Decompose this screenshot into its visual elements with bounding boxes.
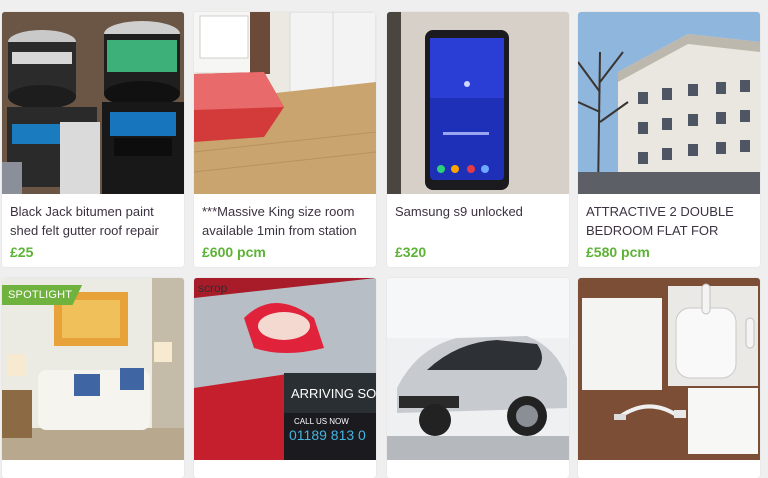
listing-price: £320 — [395, 244, 427, 260]
spotlight-badge: SPOTLIGHT — [2, 285, 83, 305]
listing-price: £25 — [10, 244, 34, 260]
listing-card-bitumen-paint[interactable]: Black Jack bitumen paint shed felt gutte… — [2, 12, 184, 267]
listing-price: £580 pcm — [586, 244, 650, 260]
wireless-earbuds-photo — [578, 278, 760, 460]
listing-card-car-valeting[interactable]: scrop ARRIVING SO CALL US NOW 01189 813 … — [194, 278, 376, 478]
listing-card-wireless-earbuds[interactable] — [578, 278, 760, 478]
apartment-building-photo — [578, 12, 760, 194]
phone-photo — [387, 12, 569, 194]
ad-banner-text: ARRIVING SO — [291, 386, 376, 401]
listing-card-king-room[interactable]: ***Massive King size room available 1min… — [194, 12, 376, 267]
car-valeting-ad-photo: scrop ARRIVING SO CALL US NOW 01189 813 … — [194, 278, 376, 460]
brand-logo-text: scrop — [198, 281, 228, 295]
listing-card-silver-coupe[interactable] — [387, 278, 569, 478]
listing-title[interactable]: ATTRACTIVE 2 DOUBLE BEDROOM FLAT FOR REN… — [586, 202, 756, 240]
living-room-photo — [2, 278, 184, 460]
ad-phone-number: 01189 813 0 — [289, 427, 366, 443]
silver-coupe-photo — [387, 278, 569, 460]
listing-card-2-bedroom-flat[interactable]: ATTRACTIVE 2 DOUBLE BEDROOM FLAT FOR REN… — [578, 12, 760, 267]
listing-title[interactable]: Black Jack bitumen paint shed felt gutte… — [10, 202, 180, 240]
listing-card-living-room[interactable]: SPOTLIGHT — [2, 278, 184, 478]
listing-card-samsung-s9[interactable]: Samsung s9 unlocked £320 — [387, 12, 569, 267]
listing-title[interactable]: Samsung s9 unlocked — [395, 202, 565, 221]
paint-tubs-photo — [2, 12, 184, 194]
bedroom-photo — [194, 12, 376, 194]
listing-title[interactable]: ***Massive King size room available 1min… — [202, 202, 372, 240]
listing-price: £600 pcm — [202, 244, 266, 260]
ad-call-label: CALL US NOW — [294, 417, 349, 426]
